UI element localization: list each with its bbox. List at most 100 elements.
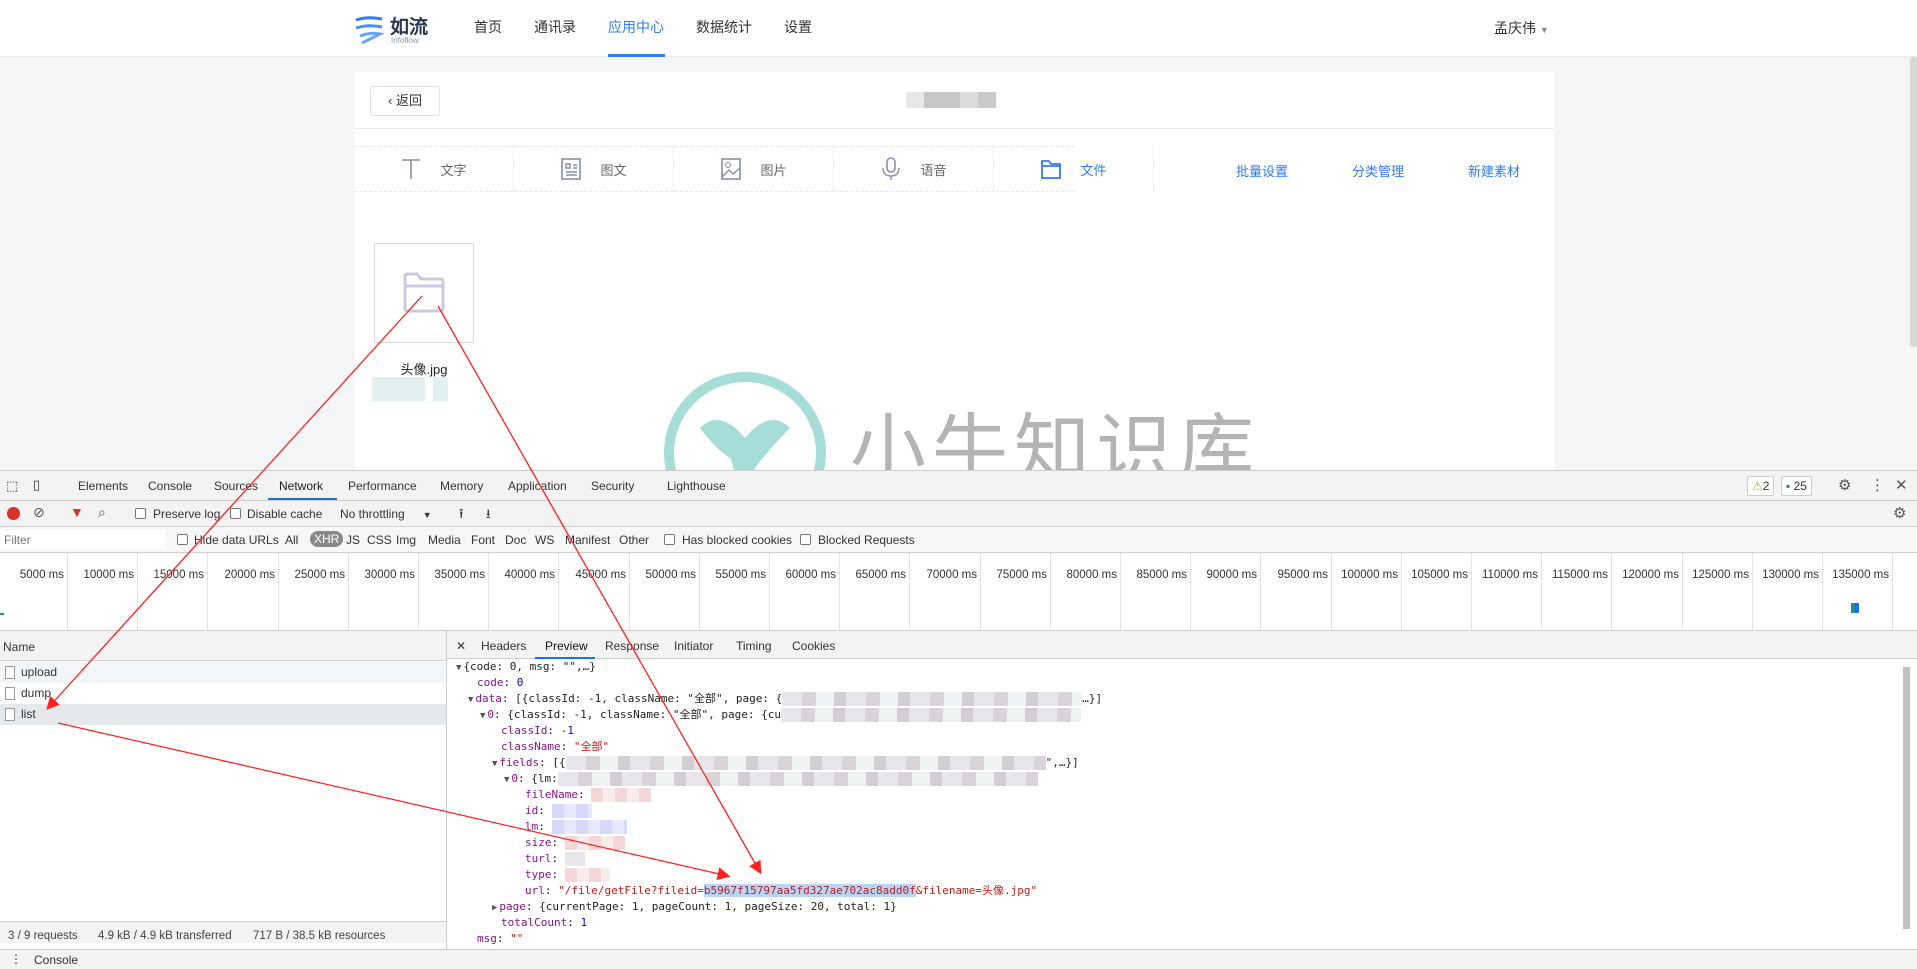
inspect-element-icon[interactable]: ⬚ [6, 478, 18, 494]
warnings-badge[interactable]: ⚠2 [1747, 476, 1775, 496]
filter-type-all[interactable]: All [285, 533, 298, 547]
json-line[interactable]: ▼ 0: {classId: -1, className: "全部", page:… [480, 707, 1081, 723]
devtools-tab-security[interactable]: Security [591, 479, 634, 493]
record-icon[interactable] [7, 507, 20, 520]
batch-settings-link[interactable]: 批量设置 [1236, 161, 1288, 180]
json-line[interactable]: url: "/file/getFile?fileid=b5967f15797aa… [525, 883, 1037, 899]
drawer-console-tab[interactable]: Console [34, 953, 78, 967]
filter-type-doc[interactable]: Doc [505, 533, 526, 547]
expand-down-icon[interactable]: ▼ [492, 759, 497, 769]
nav-app-center[interactable]: 应用中心 [608, 17, 664, 37]
new-material-link[interactable]: 新建素材 [1468, 161, 1520, 180]
filter-type-ws[interactable]: WS [535, 533, 554, 547]
json-line[interactable]: id: [525, 803, 592, 819]
filter-type-css[interactable]: CSS [367, 533, 392, 547]
search-icon[interactable]: ⌕ [98, 504, 106, 521]
request-row-list[interactable]: list [0, 704, 446, 725]
filter-type-media[interactable]: Media [428, 533, 461, 547]
settings-gear-icon[interactable]: ⚙ [1838, 476, 1851, 494]
import-har-icon[interactable]: ⭱ [459, 505, 464, 527]
logo[interactable]: 如流 Infoflow [354, 12, 444, 46]
devtools-tab-console[interactable]: Console [148, 479, 192, 493]
export-har-icon[interactable]: ⭳ [486, 505, 491, 527]
json-line[interactable]: turl: [525, 851, 585, 867]
nav-home[interactable]: 首页 [474, 17, 502, 37]
json-line[interactable]: ▼ data: [{classId: -1, className: "全部", p… [468, 691, 1102, 707]
json-line[interactable]: fileName: [525, 787, 652, 803]
json-line[interactable]: totalCount: 1 [501, 915, 587, 931]
filter-input[interactable] [0, 530, 165, 549]
json-line[interactable]: code: 0 [477, 675, 523, 691]
json-line[interactable]: ▶ page: {currentPage: 1, pageCount: 1, pa… [492, 899, 897, 915]
filter-icon[interactable]: ▼ [70, 504, 84, 520]
preserve-log-checkbox[interactable] [135, 508, 146, 519]
devtools-tab-lighthouse[interactable]: Lighthouse [667, 479, 726, 493]
file-name[interactable]: 头像.jpg [374, 359, 474, 378]
filter-type-xhr[interactable]: XHR [310, 531, 344, 547]
close-detail-icon[interactable]: ✕ [456, 639, 466, 653]
hide-data-urls-checkbox[interactable] [177, 534, 188, 545]
devtools-tab-performance[interactable]: Performance [348, 479, 417, 493]
throttling-select[interactable]: No throttling ▼ [340, 507, 432, 521]
close-devtools-icon[interactable]: ✕ [1895, 476, 1908, 494]
preview-scrollbar[interactable] [1903, 667, 1910, 929]
json-line[interactable]: size: [525, 835, 625, 851]
expand-down-icon[interactable]: ▼ [504, 775, 509, 785]
json-line[interactable]: className: "全部" [501, 739, 609, 755]
file-item[interactable] [374, 243, 474, 343]
tab-text[interactable]: 文字 [354, 146, 514, 192]
user-menu[interactable]: 孟庆伟 ▼ [1494, 18, 1549, 38]
request-row-upload[interactable]: upload [0, 662, 446, 683]
json-line[interactable]: ▼ fields: [{",…}] [492, 755, 1079, 771]
json-line[interactable]: ▼ {code: 0, msg: "",…} [456, 659, 596, 675]
back-button[interactable]: ‹ 返回 [370, 86, 440, 116]
expand-down-icon[interactable]: ▼ [456, 663, 461, 673]
filter-type-js[interactable]: JS [346, 533, 360, 547]
clear-icon[interactable]: ⊘ [33, 504, 45, 521]
disable-cache-checkbox[interactable] [230, 508, 241, 519]
json-line[interactable]: ▼ 0: {lm: [504, 771, 1038, 787]
category-manage-link[interactable]: 分类管理 [1352, 161, 1404, 180]
json-line[interactable]: msg: "" [477, 931, 523, 947]
tab-voice[interactable]: 语音 [834, 146, 994, 192]
detail-tab-headers[interactable]: Headers [481, 639, 526, 653]
drawer-menu-icon[interactable]: ⋮ [10, 952, 22, 966]
blocked-requests-checkbox[interactable] [800, 534, 811, 545]
devtools-tab-memory[interactable]: Memory [440, 479, 483, 493]
json-line[interactable]: lm: [525, 819, 627, 835]
devtools-tab-sources[interactable]: Sources [214, 479, 258, 493]
expand-right-icon[interactable]: ▶ [492, 903, 497, 913]
nav-statistics[interactable]: 数据统计 [696, 17, 752, 37]
filter-type-manifest[interactable]: Manifest [565, 533, 610, 547]
detail-tab-preview[interactable]: Preview [545, 639, 588, 653]
expand-down-icon[interactable]: ▼ [468, 695, 473, 705]
messages-badge[interactable]: ▪ 25 [1781, 476, 1812, 496]
more-options-icon[interactable]: ⋮ [1870, 476, 1885, 494]
device-toolbar-icon[interactable]: ▯ [33, 477, 40, 493]
detail-tab-cookies[interactable]: Cookies [792, 639, 835, 653]
filter-type-img[interactable]: Img [396, 533, 416, 547]
filter-type-other[interactable]: Other [619, 533, 649, 547]
filter-type-font[interactable]: Font [471, 533, 495, 547]
detail-tab-response[interactable]: Response [605, 639, 659, 653]
console-drawer[interactable]: ⋮ Console [0, 949, 1917, 969]
network-overview-timeline[interactable]: 5000 ms 10000 ms 15000 ms 20000 ms 25000 ms 3… [0, 553, 1917, 631]
expand-down-icon[interactable]: ▼ [480, 711, 485, 721]
tab-image[interactable]: 图片 [674, 146, 834, 192]
json-line[interactable]: type: [525, 867, 610, 883]
name-column-header[interactable]: Name [0, 631, 446, 661]
request-row-dump[interactable]: dump [0, 683, 446, 704]
nav-settings[interactable]: 设置 [784, 17, 812, 37]
has-blocked-cookies-checkbox[interactable] [664, 534, 675, 545]
devtools-tab-elements[interactable]: Elements [78, 479, 128, 493]
nav-contacts[interactable]: 通讯录 [534, 17, 576, 37]
devtools-tab-application[interactable]: Application [508, 479, 567, 493]
detail-tab-timing[interactable]: Timing [736, 639, 772, 653]
network-settings-gear-icon[interactable]: ⚙ [1893, 504, 1906, 522]
devtools-tab-network[interactable]: Network [279, 479, 323, 493]
page-scrollbar[interactable] [1910, 57, 1917, 347]
json-line[interactable]: classId: -1 [501, 723, 574, 739]
tab-article[interactable]: 图文 [514, 146, 674, 192]
detail-tab-initiator[interactable]: Initiator [674, 639, 713, 653]
preview-json-tree[interactable]: ▼ {code: 0, msg: "",…} code: 0 ▼ data: [{cla… [447, 659, 1910, 949]
